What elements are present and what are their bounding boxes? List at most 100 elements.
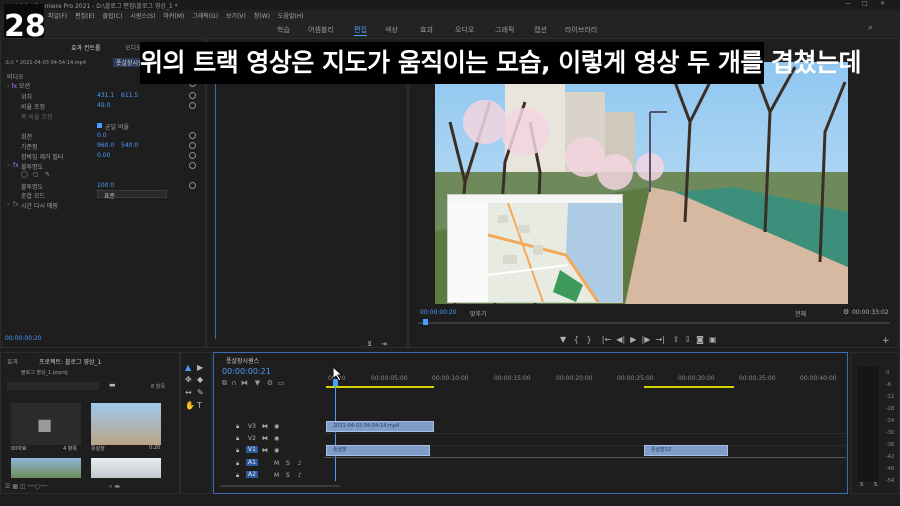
- reset-icon[interactable]: [189, 152, 196, 159]
- eye-icon[interactable]: ◉: [274, 447, 279, 454]
- close-button[interactable]: ✕: [880, 0, 885, 7]
- add-marker-icon[interactable]: ▼: [560, 335, 566, 344]
- solo-button[interactable]: S: [286, 472, 290, 479]
- workspace-color[interactable]: 색상: [385, 25, 398, 35]
- tab-effects[interactable]: 효과: [7, 357, 18, 366]
- menu-graphics[interactable]: 그래픽(G): [192, 13, 218, 20]
- step-forward-icon[interactable]: |▶: [642, 335, 651, 344]
- zoom-select[interactable]: 맞추기: [470, 309, 487, 318]
- clip-thumbnail[interactable]: [11, 458, 81, 478]
- menu-edit[interactable]: 편집(E): [75, 13, 95, 20]
- track-label-a1[interactable]: A1: [246, 459, 258, 466]
- add-button-icon[interactable]: +: [882, 336, 890, 346]
- comparison-view-icon[interactable]: ▣: [709, 335, 717, 344]
- menu-marker[interactable]: 마커(M): [163, 13, 184, 20]
- bin-thumbnail[interactable]: ■: [11, 403, 81, 445]
- track-label-v1[interactable]: V1: [246, 446, 258, 453]
- workspace-audio[interactable]: 오디오: [455, 25, 474, 35]
- uniform-scale-checkbox[interactable]: [97, 123, 102, 128]
- program-timecode[interactable]: 00:00:00:20: [420, 309, 457, 316]
- nest-icon[interactable]: ⧉: [222, 379, 227, 387]
- track-label-a2[interactable]: A2: [246, 471, 258, 478]
- ripple-edit-icon[interactable]: ✥: [185, 375, 192, 384]
- timeline-timecode[interactable]: 00:00:00:21: [222, 367, 271, 376]
- workspace-assembly[interactable]: 어셈블리: [308, 25, 334, 35]
- slip-tool-icon[interactable]: ↔: [185, 388, 192, 397]
- sync-lock-icon[interactable]: ⧓: [262, 423, 268, 430]
- reset-icon[interactable]: [189, 142, 196, 149]
- play-icon[interactable]: ▶: [630, 335, 636, 344]
- effect-controls-timecode[interactable]: 00:00:00:20: [5, 335, 42, 342]
- menu-window[interactable]: 창(W): [254, 13, 270, 20]
- zoom-slider[interactable]: ──○──: [28, 483, 48, 490]
- maximize-button[interactable]: □: [862, 0, 868, 7]
- search-icon[interactable]: ⌕: [868, 23, 873, 33]
- eye-icon[interactable]: ◉: [274, 423, 279, 430]
- wrench-icon[interactable]: ⚙: [267, 379, 273, 387]
- mark-out-icon[interactable]: }: [587, 335, 592, 344]
- razor-tool-icon[interactable]: ◆: [197, 375, 203, 384]
- go-to-in-icon[interactable]: |←: [602, 335, 611, 344]
- type-tool-icon[interactable]: T: [197, 401, 202, 410]
- reset-icon[interactable]: [189, 182, 196, 189]
- lock-icon[interactable]: 🔒︎: [236, 447, 239, 455]
- lock-icon[interactable]: 🔒︎: [236, 435, 239, 443]
- tab-project[interactable]: 프로젝트: 블로그 영상_1: [39, 357, 101, 366]
- step-back-icon[interactable]: ◀|: [616, 335, 625, 344]
- pen-mask-icon[interactable]: ✎: [45, 171, 50, 178]
- timeline-scrollbar[interactable]: [220, 485, 340, 487]
- mute-button[interactable]: M: [274, 472, 279, 479]
- menu-file[interactable]: 파일(F): [48, 13, 67, 20]
- selection-tool-icon[interactable]: ▲: [185, 363, 191, 372]
- pen-tool-icon[interactable]: ✎: [197, 388, 204, 397]
- workspace-learn[interactable]: 학습: [277, 25, 290, 35]
- menu-help[interactable]: 도움말(H): [278, 13, 304, 20]
- solo-button[interactable]: S: [286, 460, 290, 467]
- export-icon[interactable]: ⇥: [381, 340, 387, 348]
- snap-icon[interactable]: ∩: [231, 379, 236, 387]
- mic-icon[interactable]: ♪: [298, 472, 302, 479]
- freeform-view-icon[interactable]: ◫: [20, 483, 26, 490]
- reset-icon[interactable]: [189, 92, 196, 99]
- lift-icon[interactable]: ⇪: [673, 335, 680, 344]
- time-ruler[interactable]: 00:00 00:00:05:00 00:00:10:00 00:00:15:0…: [326, 367, 846, 385]
- track-label-v3[interactable]: V3: [248, 423, 256, 430]
- motion-header[interactable]: › fx 모션: [7, 81, 30, 90]
- track-select-icon[interactable]: ▶: [197, 363, 203, 372]
- reset-icon[interactable]: [189, 132, 196, 139]
- sequence-tab[interactable]: 풋살장시퀀스: [226, 356, 259, 365]
- solo-right[interactable]: S: [874, 482, 877, 488]
- track-label-v2[interactable]: V2: [248, 435, 256, 442]
- workspace-effects[interactable]: 효과: [420, 25, 433, 35]
- project-search-input[interactable]: [7, 382, 99, 390]
- mute-button[interactable]: M: [274, 460, 279, 467]
- menu-sequence[interactable]: 시퀀스(S): [130, 13, 155, 20]
- timeline-clip[interactable]: 2021-04-03 04-54-14.mp4: [326, 421, 434, 432]
- wrench-icon[interactable]: ⚙: [843, 308, 849, 316]
- sync-lock-icon[interactable]: ⧓: [262, 435, 268, 442]
- search-icon[interactable]: ⌕: [109, 483, 112, 490]
- lock-icon[interactable]: 🔒︎: [236, 423, 239, 431]
- clip-thumbnail[interactable]: [91, 458, 161, 478]
- new-bin-icon[interactable]: ▬: [109, 381, 116, 389]
- new-item-icon[interactable]: ▬: [114, 483, 120, 490]
- reset-icon[interactable]: [189, 162, 196, 169]
- workspace-libraries[interactable]: 라이브러리: [565, 25, 597, 35]
- solo-left[interactable]: S: [860, 482, 863, 488]
- menu-clip[interactable]: 클립(C): [103, 13, 123, 20]
- mic-icon[interactable]: ♪: [298, 460, 302, 467]
- marker-icon[interactable]: ▼: [255, 379, 260, 387]
- menu-view[interactable]: 보기(V): [226, 13, 246, 20]
- extract-icon[interactable]: ⇩: [684, 335, 691, 344]
- filter-icon[interactable]: ⊻: [367, 340, 372, 348]
- timeline-clip[interactable]: 풋살장: [326, 445, 430, 456]
- rect-mask-icon[interactable]: ▢: [33, 171, 39, 178]
- tab-effect-controls[interactable]: 효과 컨트롤: [71, 43, 101, 52]
- sync-lock-icon[interactable]: ⧓: [262, 447, 268, 454]
- workspace-graphics[interactable]: 그래픽: [495, 25, 514, 35]
- blend-mode-select[interactable]: 표준: [97, 190, 167, 200]
- linked-icon[interactable]: ⧓: [241, 379, 248, 387]
- hand-tool-icon[interactable]: ✋: [185, 401, 195, 410]
- eye-icon[interactable]: ◉: [274, 435, 279, 442]
- work-area-bar[interactable]: [326, 386, 434, 388]
